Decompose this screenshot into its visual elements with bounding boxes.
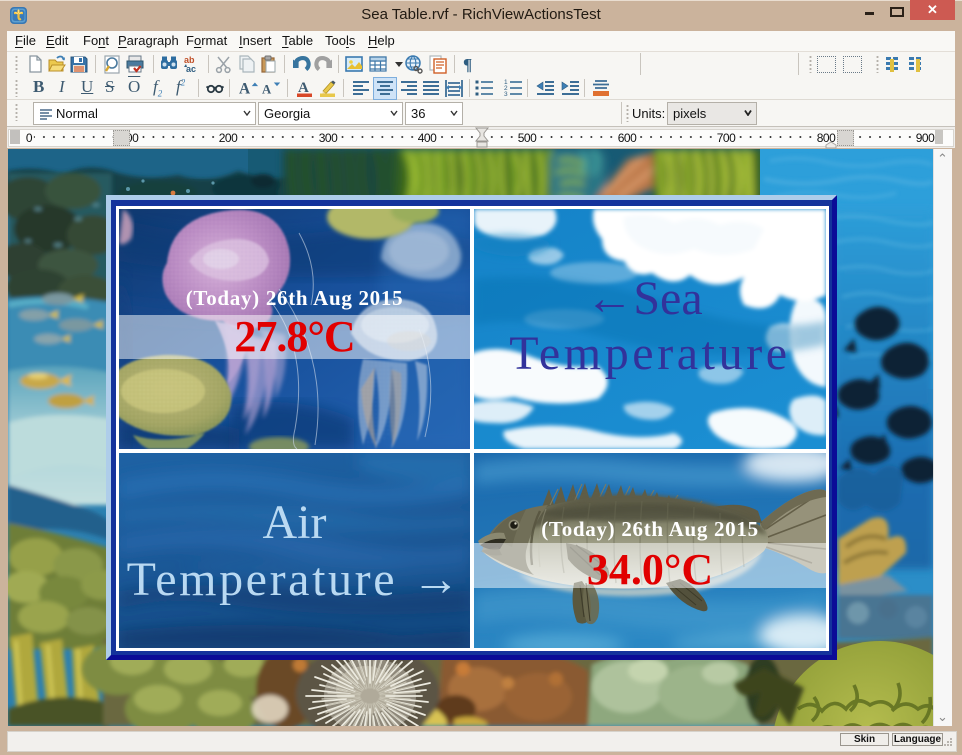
svg-text:A: A	[239, 80, 251, 97]
svg-text:A: A	[262, 82, 272, 96]
svg-text:ac: ac	[186, 64, 196, 74]
svg-text:3: 3	[504, 91, 508, 98]
svg-text:¶: ¶	[463, 55, 472, 74]
